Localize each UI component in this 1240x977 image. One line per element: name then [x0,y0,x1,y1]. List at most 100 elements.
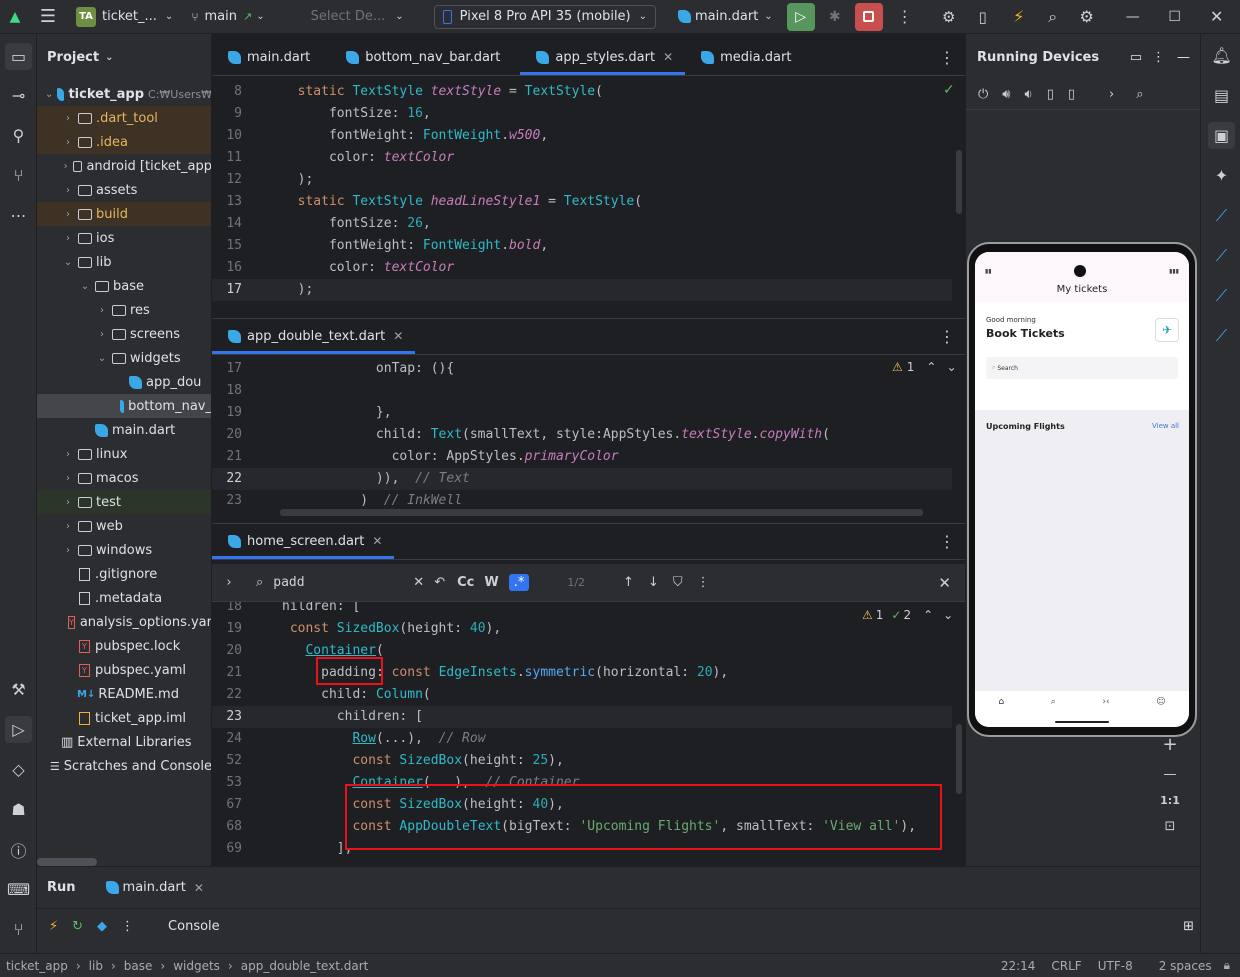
more-vertical-icon[interactable]: ⋮ [939,318,955,354]
file-encoding[interactable]: UTF-8 [1098,959,1133,973]
tree-item[interactable]: › screens [37,322,211,346]
terminal-icon[interactable]: ⌨ [5,876,32,903]
hot-reload-icon[interactable]: ⚡ [1005,7,1033,26]
flutter-performance-icon[interactable]: ⟋ [1208,282,1235,309]
tree-item[interactable]: › build [37,202,211,226]
run-icon[interactable]: ▷ [786,2,815,31]
tree-item[interactable]: › ios [37,226,211,250]
tree-item[interactable]: › macos [37,466,211,490]
chevron-down-icon[interactable]: ⌄ [946,360,956,374]
zoom-in-icon[interactable]: + [1162,734,1177,755]
breadcrumb-item[interactable]: app_double_text.dart [241,959,369,973]
logcat-icon[interactable]: ☗ [5,796,32,823]
chevron-down-icon[interactable]: ⌄ [79,281,91,292]
chevron-up-icon[interactable]: ⌃ [926,360,936,374]
close-tab-icon[interactable]: ✕ [194,881,204,895]
tree-item[interactable]: › assets [37,178,211,202]
inspection-widget[interactable]: ⚠ 1 ⌃ ⌄ [892,360,957,374]
horizontal-scrollbar[interactable] [37,858,97,866]
search-icon[interactable]: ⌕ [1039,7,1067,27]
tree-item[interactable]: M↓ README.md [37,682,211,706]
chevron-right-icon[interactable]: › [212,575,246,590]
project-panel-header[interactable]: Project ⌄ [37,34,211,80]
tree-item[interactable]: › windows [37,538,211,562]
maximize-icon[interactable]: ☐ [1161,9,1189,25]
chevron-down-icon[interactable]: ⌄ [62,257,74,268]
chevron-right-icon[interactable]: › [62,209,74,220]
search-nav-icon[interactable]: ⌕ [1051,697,1056,707]
console-tab[interactable]: Console [168,919,220,934]
rotate-left-icon[interactable]: ▯ [1047,87,1054,102]
hide-icon[interactable]: — [1177,50,1190,65]
tree-item[interactable]: ▥ External Libraries [37,730,211,754]
close-find-icon[interactable]: ✕ [938,574,951,592]
code-line[interactable]: 22 child: Column( [212,684,952,706]
tree-item[interactable]: › .dart_tool [37,106,211,130]
close-tab-icon[interactable]: ✕ [372,534,382,548]
chevron-right-icon[interactable]: › [62,113,74,124]
running-devices-icon[interactable]: ▣ [1208,122,1235,149]
chevron-down-icon[interactable]: ⌄ [96,353,108,364]
horizontal-scrollbar[interactable] [280,509,923,516]
tree-item[interactable]: ⌄ base [37,274,211,298]
code-line[interactable]: 15 fontWeight: FontWeight.bold, [212,235,952,257]
settings-icon[interactable]: ⚙ [1073,7,1101,26]
chevron-right-icon[interactable]: › [62,137,74,148]
more-vertical-icon[interactable]: ⋮ [1152,50,1165,65]
gem-icon[interactable]: ◇ [5,756,32,783]
volume-up-icon[interactable]: 🔊︎ [1002,87,1010,102]
breadcrumb-item[interactable]: base [124,959,153,973]
chevron-up-icon[interactable]: ⌃ [923,608,933,622]
flutter-inspector-icon[interactable]: ⟋ [1208,242,1235,269]
tree-item[interactable]: ☰ Scratches and Console [37,754,211,778]
code-line[interactable]: 17 onTap: (){ [212,358,952,380]
branch-selector[interactable]: ⑂ main ↗ ⌄ [191,9,264,24]
flutter-icon[interactable]: ⟋ [1208,202,1235,229]
devtools-icon[interactable]: ◆ [97,919,107,934]
code-line[interactable]: 21 color: AppStyles.primaryColor [212,446,952,468]
tab-media[interactable]: media.dart [685,39,803,75]
tree-item[interactable]: app_dou [37,370,211,394]
run-tab-main[interactable]: main.dart ✕ [102,880,204,895]
chevron-right-icon[interactable]: › [62,449,74,460]
rotate-right-icon[interactable]: ▯ [1068,87,1075,102]
chevron-down-icon[interactable]: ⌄ [943,608,953,622]
tree-item[interactable]: Ypubspec.lock [37,634,211,658]
layout-icon[interactable]: ▭ [1130,50,1142,65]
layout-icon[interactable]: ⊞ [1183,919,1194,934]
stop-icon[interactable] [854,2,883,31]
close-tab-icon[interactable]: ✕ [663,50,673,64]
lock-icon[interactable]: 🔒︎ [1224,958,1230,973]
more-vertical-icon[interactable]: ⋮ [939,39,955,75]
tree-item[interactable]: › linux [37,442,211,466]
code-line[interactable]: 18 hildren: [ [212,602,952,618]
more-vertical-icon[interactable]: ⋮ [939,523,955,559]
hot-restart-icon[interactable]: ↻ [72,919,83,934]
view-all-link[interactable]: View all [1152,422,1179,431]
tree-item[interactable]: ⌄ widgets [37,346,211,370]
tree-item[interactable]: › web [37,514,211,538]
code-line[interactable]: 19 }, [212,402,952,424]
code-line[interactable]: 14 fontSize: 26, [212,213,952,235]
notifications-icon[interactable]: 🔔︎ [1208,42,1235,69]
chevron-right-icon[interactable]: › [62,521,74,532]
code-line[interactable]: 20 child: Text(smallText, style:AppStyle… [212,424,952,446]
code-line[interactable]: 12 ); [212,169,952,191]
zoom-actual-size[interactable]: 1:1 [1160,794,1180,807]
tree-item[interactable]: › test [37,490,211,514]
flutter-outline-icon[interactable]: ⟋ [1208,322,1235,349]
arrow-up-icon[interactable]: ↑ [623,575,634,590]
tree-item[interactable]: Ypubspec.yaml [37,658,211,682]
code-line[interactable]: 18 [212,380,952,402]
volume-down-icon[interactable]: 🔉︎ [1025,87,1033,102]
select-device-dropdown[interactable]: Select De... ⌄ [311,9,404,24]
device-explorer-icon[interactable]: ▤ [1208,82,1235,109]
indent-setting[interactable]: 2 spaces [1159,959,1212,973]
words-toggle[interactable]: W [484,575,498,590]
device-manager-icon[interactable]: ▯ [969,8,997,26]
tab-main-dart[interactable]: main.dart [212,39,322,75]
history-icon[interactable]: ↶ [434,575,445,590]
code-line[interactable]: 16 color: textColor [212,257,952,279]
minimize-icon[interactable]: — [1119,9,1147,25]
power-icon[interactable]: ⏻ [978,87,988,102]
